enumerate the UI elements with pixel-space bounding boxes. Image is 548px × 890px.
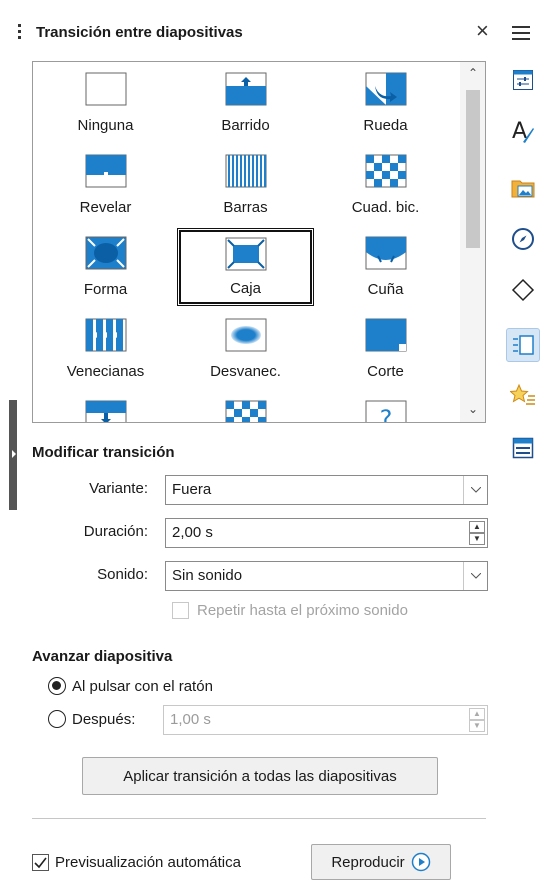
sound-value: Sin sonido [172,567,243,584]
loop-sound-checkbox-row[interactable]: Repetir hasta el próximo sonido [172,602,408,619]
variant-select[interactable]: Fuera [165,475,488,505]
sidebar-collapse-handle[interactable] [9,400,17,510]
transition-label: Rueda [363,117,408,134]
transition-label: Desvanec. [210,363,281,380]
on-click-radio-row[interactable]: Al pulsar con el ratón [48,677,213,695]
box-transition-icon [225,237,267,271]
scroll-down-icon[interactable]: ⌄ [460,402,485,416]
styles-icon[interactable]: A [506,114,540,148]
duration-label: Duración: [83,523,148,540]
advance-slide-heading: Avanzar diapositiva [32,648,173,665]
transition-label: Revelar [79,199,132,216]
properties-icon[interactable] [506,63,540,97]
on-click-label: Al pulsar con el ratón [72,677,213,695]
play-button[interactable]: Reproducir [311,844,451,880]
cut-transition-icon [365,318,407,352]
transition-item-push[interactable] [37,392,174,422]
master-slides-icon[interactable] [506,431,540,465]
transition-label: Barras [223,199,268,216]
chevron-down-icon[interactable] [463,562,487,590]
transition-item-rueda[interactable]: Rueda [317,64,454,142]
sound-label: Sonido: [97,566,148,583]
transition-item-random[interactable]: ? [317,392,454,423]
checkers-transition-icon [225,400,267,422]
slide-transition-icon[interactable] [506,328,540,362]
scrollbar-thumb[interactable] [466,90,480,248]
bars-transition-icon [225,154,267,188]
divider [32,818,486,819]
after-radio-row[interactable]: Después: [48,710,135,728]
transition-item-cuad-bic-[interactable]: Cuad. bic. [317,146,454,224]
after-time-value: 1,00 s [170,711,211,728]
variant-label: Variante: [89,480,148,497]
transition-label: Barrido [221,117,270,134]
animation-icon[interactable] [506,378,540,412]
transition-item-checkers[interactable] [177,392,314,422]
transition-item-forma[interactable]: Forma [37,228,174,306]
transition-item-corte[interactable]: Corte [317,310,454,388]
transition-gallery[interactable]: Ninguna Barrido Rueda Revelar Barras Cuad. bi… [32,61,486,423]
transition-item-venecianas[interactable]: Venecianas [37,310,174,388]
wipe-transition-icon [225,72,267,106]
auto-preview-label: Previsualización automática [55,854,241,871]
chevron-down-icon[interactable] [463,476,487,504]
auto-preview-row[interactable]: Previsualización automática [32,854,241,871]
sound-select[interactable]: Sin sonido [165,561,488,591]
drag-handle-icon[interactable] [18,24,21,40]
transition-item-barrido[interactable]: Barrido [177,64,314,142]
sidebar-menu-icon[interactable] [512,26,530,44]
play-icon [411,852,430,872]
transition-label: Cuña [367,281,404,298]
gallery-icon[interactable] [506,171,540,205]
random-transition-icon: ? [365,400,407,423]
wedge-transition-icon [365,236,407,270]
wheel-transition-icon [365,72,407,106]
transition-item-revelar[interactable]: Revelar [37,146,174,224]
loop-sound-label: Repetir hasta el próximo sonido [197,602,408,619]
modify-transition-heading: Modificar transición [32,444,175,461]
transition-label: Venecianas [66,363,145,380]
transition-label: Caja [230,280,261,297]
push-transition-icon [85,400,127,422]
uncover-transition-icon [85,154,127,188]
svg-text:?: ? [379,405,392,423]
venetian-transition-icon [85,318,127,352]
navigator-icon[interactable] [506,222,540,256]
transition-label: Cuad. bic. [351,199,420,216]
close-icon[interactable]: × [476,18,489,44]
transition-label: Forma [83,281,128,298]
duration-spinbox[interactable]: 2,00 s ▲ ▼ [165,518,488,548]
spin-down-icon[interactable]: ▼ [469,533,485,545]
on-click-radio[interactable] [48,677,66,695]
after-time-spinbox[interactable]: 1,00 s ▲ ▼ [163,705,488,735]
scroll-up-icon[interactable]: ⌃ [460,66,485,80]
spin-up-icon[interactable]: ▲ [469,708,485,720]
gallery-scrollbar[interactable]: ⌃ ⌄ [460,62,485,422]
transition-item-cuña[interactable]: Cuña [317,228,454,306]
after-radio[interactable] [48,710,66,728]
transition-item-ninguna[interactable]: Ninguna [37,64,174,142]
play-label: Reproducir [331,853,405,871]
shapes-icon[interactable] [506,273,540,307]
auto-preview-checkbox[interactable] [32,854,49,871]
none-transition-icon [85,72,127,106]
spin-down-icon[interactable]: ▼ [469,720,485,732]
loop-sound-checkbox[interactable] [172,602,189,619]
transition-label: Corte [367,363,404,380]
duration-value: 2,00 s [172,524,213,541]
checkers-transition-icon [365,154,407,188]
transition-item-caja[interactable]: Caja [177,228,314,306]
spin-up-icon[interactable]: ▲ [469,521,485,533]
transition-label: Ninguna [77,117,134,134]
apply-to-all-button[interactable]: Aplicar transición a todas las diapositi… [82,757,438,795]
after-label: Después: [72,710,136,728]
transition-item-barras[interactable]: Barras [177,146,314,224]
shape-transition-icon [85,236,127,270]
panel-title: Transición entre diapositivas [36,24,243,41]
variant-value: Fuera [172,481,212,498]
fade-transition-icon [225,318,267,352]
transition-item-desvanec-[interactable]: Desvanec. [177,310,314,388]
